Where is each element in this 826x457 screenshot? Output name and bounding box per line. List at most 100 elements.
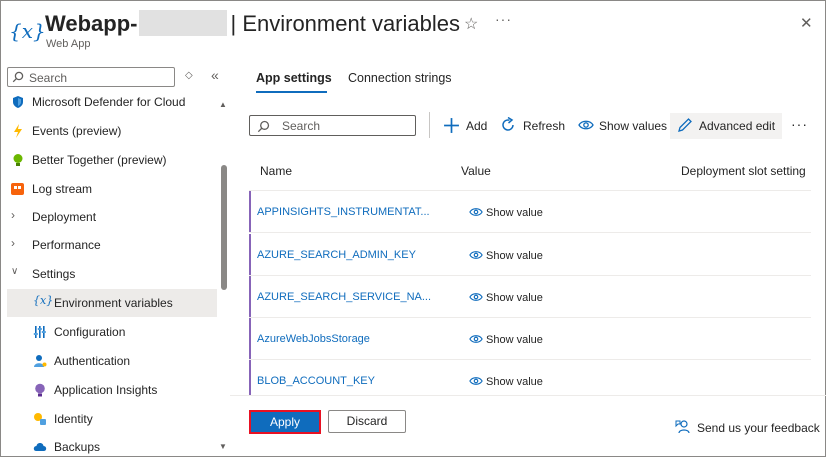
show-value-label: Show value xyxy=(486,334,543,346)
sidebar-item-label: Identity xyxy=(54,412,93,426)
collapse-sidebar-icon[interactable]: « xyxy=(211,67,219,83)
page-title-text: Environment variables xyxy=(242,11,460,36)
active-tab-indicator xyxy=(256,91,327,93)
sidebar-item-identity[interactable]: Identity xyxy=(7,405,217,433)
sidebar-item-label: Deployment xyxy=(32,210,97,224)
setting-name-link[interactable]: AzureWebJobsStorage xyxy=(257,333,370,345)
tab-app-settings[interactable]: App settings xyxy=(256,71,332,85)
sidebar-item-label: Application Insights xyxy=(54,383,158,397)
eye-icon xyxy=(469,377,483,385)
sidebar-item-label: Events (preview) xyxy=(32,124,122,138)
sidebar-item-label: Better Together (preview) xyxy=(32,153,167,167)
show-value-button[interactable]: Show value xyxy=(469,333,543,346)
settings-search-placeholder: Search xyxy=(282,119,321,133)
add-button[interactable]: Add xyxy=(443,113,491,139)
setting-name-link[interactable]: BLOB_ACCOUNT_KEY xyxy=(257,375,375,387)
chevron-right-icon: › xyxy=(11,236,15,250)
variable-icon: {x} xyxy=(9,19,46,43)
sidebar-item-environment-variables[interactable]: {x} Environment variables xyxy=(7,289,217,317)
plus-icon xyxy=(444,118,459,133)
sidebar-item-label: Configuration xyxy=(54,325,126,339)
show-value-button[interactable]: Show value xyxy=(469,375,543,388)
footer-divider xyxy=(230,395,826,396)
show-value-label: Show value xyxy=(486,250,543,262)
sidebar-item-log-stream[interactable]: Log stream xyxy=(7,175,217,203)
variable-icon: {x} xyxy=(33,294,54,307)
row-marker xyxy=(249,276,251,317)
page-title: Webapp- | Environment variables xyxy=(45,10,460,37)
filter-icon[interactable]: ◇ xyxy=(185,70,193,81)
show-values-button-label: Show values xyxy=(599,119,668,133)
table-row: AZURE_SEARCH_SERVICE_NA... Show value xyxy=(249,276,811,318)
feedback-link[interactable]: Send us your feedback xyxy=(675,419,820,435)
discard-button[interactable]: Discard xyxy=(328,410,406,433)
toolbar-divider xyxy=(429,112,430,138)
column-header-value[interactable]: Value xyxy=(461,164,491,178)
close-icon[interactable]: ✕ xyxy=(800,14,813,32)
more-icon[interactable]: ··· xyxy=(791,116,808,132)
refresh-icon xyxy=(502,117,514,131)
chevron-down-icon: ∨ xyxy=(11,266,19,277)
setting-name-link[interactable]: APPINSIGHTS_INSTRUMENTAT... xyxy=(257,206,430,218)
sidebar-item-better-together[interactable]: Better Together (preview) xyxy=(7,146,217,174)
sidebar-item-deployment[interactable]: › Deployment xyxy=(7,203,217,231)
search-icon xyxy=(12,71,24,83)
column-header-name[interactable]: Name xyxy=(260,164,292,178)
sidebar-item-settings[interactable]: ∨ Settings xyxy=(7,260,217,288)
sidebar-item-performance[interactable]: › Performance xyxy=(7,231,217,259)
star-icon[interactable]: ☆ xyxy=(464,14,478,34)
eye-icon xyxy=(469,335,483,343)
backups-icon xyxy=(33,443,47,451)
lightning-icon xyxy=(14,124,22,138)
shield-icon xyxy=(13,96,23,108)
tab-connection-strings[interactable]: Connection strings xyxy=(348,71,452,85)
insights-icon xyxy=(35,383,45,397)
show-values-button[interactable]: Show values xyxy=(578,113,668,139)
show-value-label: Show value xyxy=(486,207,543,219)
sidebar-item-events[interactable]: Events (preview) xyxy=(7,117,217,145)
sidebar-item-backups[interactable]: Backups xyxy=(7,433,217,457)
more-icon[interactable]: ··· xyxy=(495,11,512,27)
chevron-right-icon: › xyxy=(11,208,15,222)
sidebar-scroll-thumb[interactable] xyxy=(221,165,227,290)
feedback-icon xyxy=(675,420,690,434)
sidebar-item-label: Backups xyxy=(54,440,101,454)
eye-icon xyxy=(469,251,483,259)
sidebar-item-authentication[interactable]: Authentication xyxy=(7,347,217,375)
settings-search-input[interactable]: Search xyxy=(249,115,416,136)
advanced-edit-button-label: Advanced edit xyxy=(699,119,776,133)
log-stream-icon xyxy=(11,183,24,195)
scroll-up-icon[interactable]: ▲ xyxy=(219,100,227,109)
sidebar-item-label: Microsoft Defender for Cloud xyxy=(32,95,186,109)
setting-name-link[interactable]: AZURE_SEARCH_ADMIN_KEY xyxy=(257,249,416,261)
sidebar-search-input[interactable]: Search xyxy=(7,67,175,87)
row-marker xyxy=(249,318,251,359)
sidebar-item-application-insights[interactable]: Application Insights xyxy=(7,376,217,404)
show-value-label: Show value xyxy=(486,292,543,304)
table-row: APPINSIGHTS_INSTRUMENTAT... Show value xyxy=(249,191,811,233)
table-row: AzureWebJobsStorage Show value xyxy=(249,318,811,360)
refresh-button[interactable]: Refresh xyxy=(500,113,566,139)
column-header-deployment-slot[interactable]: Deployment slot setting xyxy=(681,164,806,178)
show-value-button[interactable]: Show value xyxy=(469,249,543,262)
app-name: Webapp- xyxy=(45,11,138,36)
sidebar-item-defender[interactable]: Microsoft Defender for Cloud xyxy=(7,88,217,116)
setting-name-link[interactable]: AZURE_SEARCH_SERVICE_NA... xyxy=(257,291,431,303)
identity-icon xyxy=(34,413,46,425)
row-marker xyxy=(249,191,251,232)
show-value-button[interactable]: Show value xyxy=(469,206,543,219)
sidebar-item-label: Environment variables xyxy=(54,296,173,310)
sidebar-item-label: Authentication xyxy=(54,354,131,368)
sidebar-item-label: Settings xyxy=(32,267,76,281)
feedback-label: Send us your feedback xyxy=(697,421,820,435)
row-marker xyxy=(249,234,251,275)
show-value-label: Show value xyxy=(486,376,543,388)
apply-button[interactable]: Apply xyxy=(249,410,321,434)
scroll-down-icon[interactable]: ▼ xyxy=(219,442,227,451)
title-separator: | xyxy=(230,11,237,36)
page-subtitle: Web App xyxy=(46,38,91,50)
sidebar-item-configuration[interactable]: Configuration xyxy=(7,318,217,346)
show-value-button[interactable]: Show value xyxy=(469,291,543,304)
eye-icon xyxy=(469,293,483,301)
advanced-edit-button[interactable]: Advanced edit xyxy=(670,113,782,139)
